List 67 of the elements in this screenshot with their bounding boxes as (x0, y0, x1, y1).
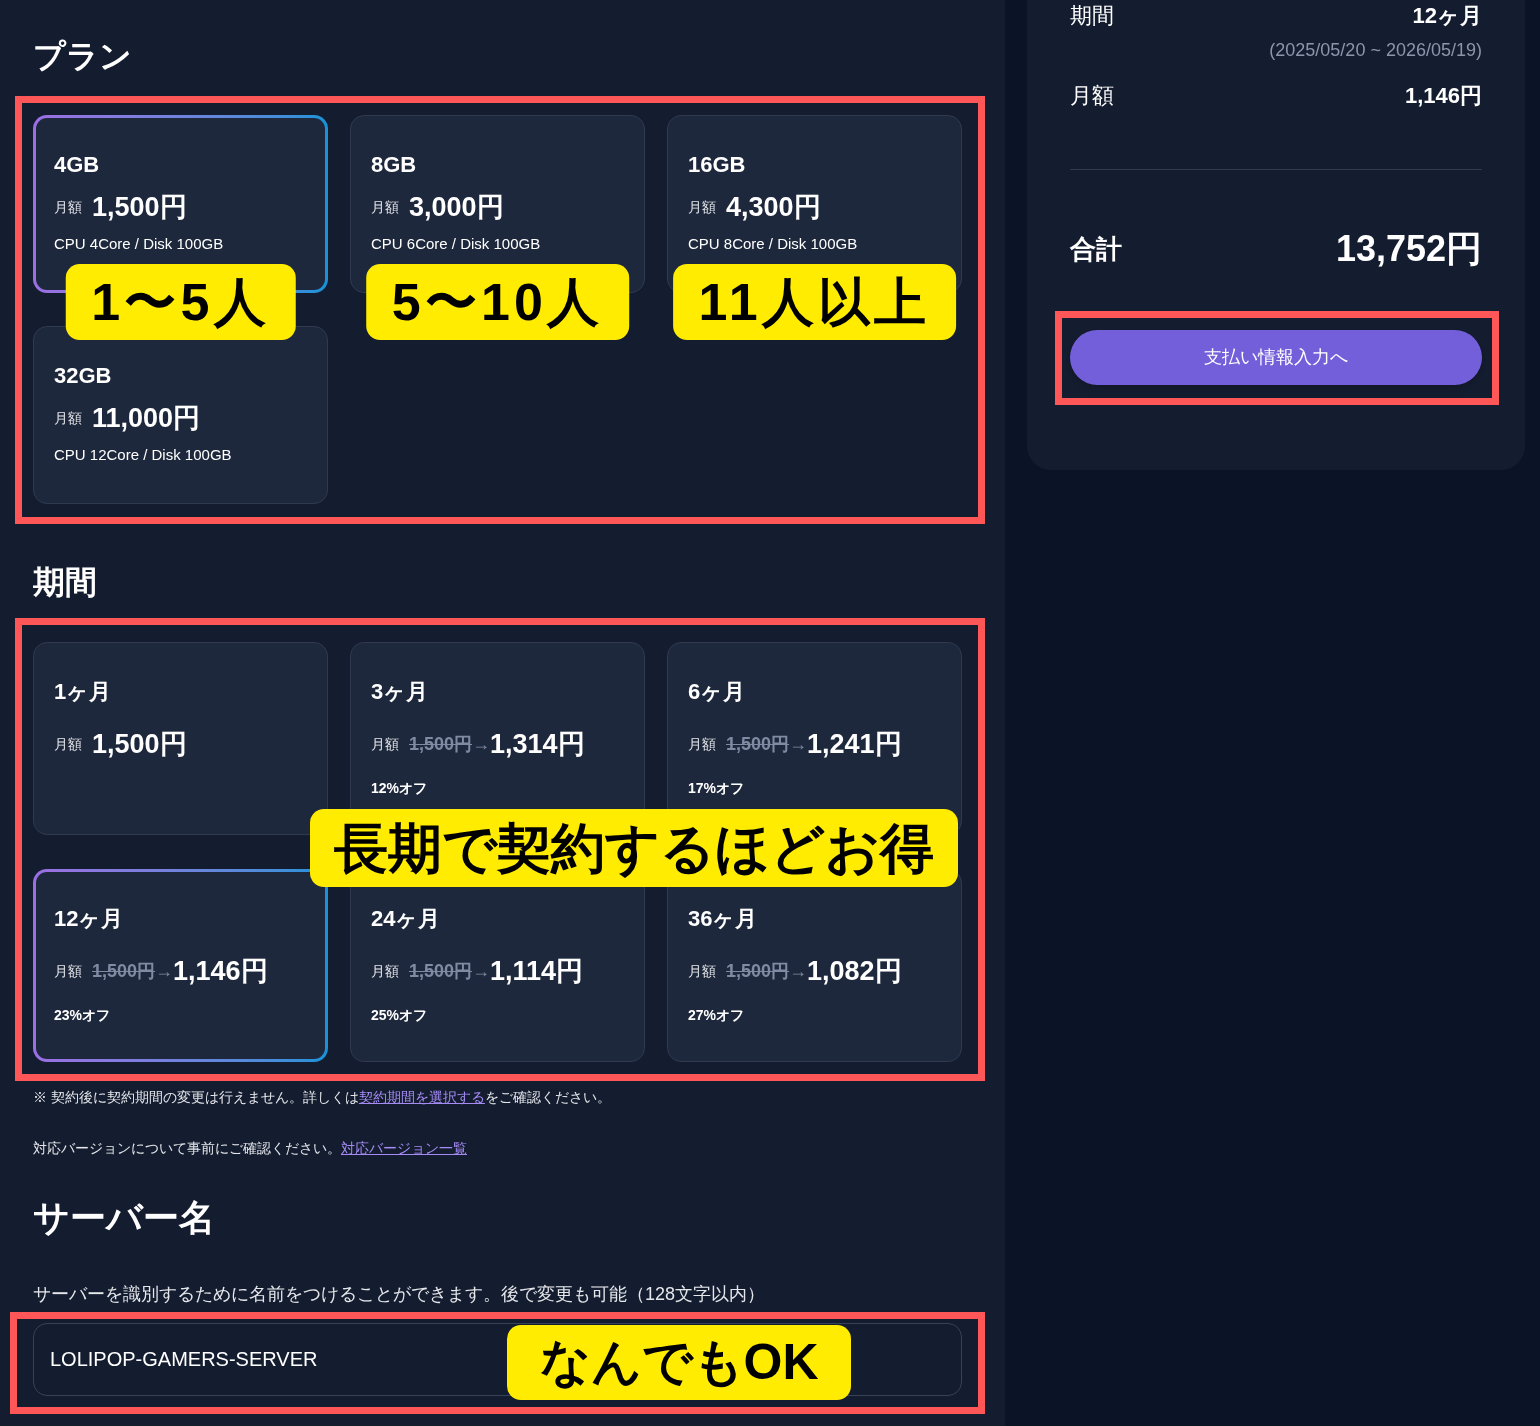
price: 1,146円 (173, 955, 268, 988)
period-name: 1ヶ月 (54, 678, 112, 706)
original-price: 1,500円 (726, 959, 790, 983)
price-label: 月額 (371, 961, 399, 981)
original-price: 1,500円 (92, 959, 156, 983)
arrow: → (472, 732, 491, 756)
total-label: 合計 (1070, 233, 1122, 266)
summary-label: 月額 (1070, 82, 1114, 110)
plan-name: 32GB (54, 362, 112, 390)
summary-value: 1,146円 (1404, 82, 1482, 110)
arrow: → (789, 732, 808, 756)
price-label: 月額 (54, 197, 82, 217)
plan-name: 16GB (688, 151, 746, 179)
discount-text: 17%オフ (688, 779, 745, 798)
price: 1,114円 (490, 955, 584, 988)
plan-name: 8GB (371, 151, 417, 179)
discount-text: 25%オフ (371, 1006, 428, 1025)
callout-tooltip: 1〜5人 (65, 264, 296, 340)
original-price: 1,500円 (409, 732, 473, 756)
price: 3,000円 (409, 191, 504, 224)
price: 1,082円 (807, 955, 902, 988)
callout-tooltip: 5〜10人 (365, 264, 630, 340)
note-text: 対応バージョンについて事前にご確認ください。対応バージョン一覧 (33, 1139, 467, 1158)
original-price: 1,500円 (726, 732, 790, 756)
callout-tooltip: 長期で契約するほどお得 (310, 809, 958, 887)
arrow: → (155, 959, 174, 983)
price-label: 月額 (54, 408, 82, 428)
price-label: 月額 (371, 734, 399, 754)
original-price: 1,500円 (409, 959, 473, 983)
discount-text: 23%オフ (54, 1006, 111, 1025)
callout-tooltip: なんでもOK (507, 1325, 851, 1400)
callout-tooltip: 11人以上 (672, 264, 957, 340)
plan-name: 4GB (54, 151, 100, 179)
spec-text: CPU 8Core / Disk 100GB (688, 234, 858, 254)
section-heading: プラン (33, 37, 132, 76)
price-label: 月額 (688, 961, 716, 981)
section-heading: サーバー名 (33, 1196, 215, 1240)
summary-label: 期間 (1070, 2, 1114, 30)
note-text: ※ 契約後に契約期間の変更は行えません。詳しくは契約期間を選択する をご確認ください。 (33, 1088, 611, 1107)
summary-value: 12ヶ月 (1412, 2, 1482, 30)
price-label: 月額 (688, 734, 716, 754)
spec-text: CPU 4Core / Disk 100GB (54, 234, 224, 254)
spec-text: CPU 6Core / Disk 100GB (371, 234, 541, 254)
arrow: → (789, 959, 808, 983)
price-label: 月額 (54, 734, 82, 754)
price: 4,300円 (726, 191, 821, 224)
date-range: (2025/05/20 ~ 2026/05/19) (1269, 39, 1482, 62)
description-text: サーバーを識別するために名前をつけることができます。後で変更も可能（128文字以内） (33, 1283, 766, 1306)
spec-text: CPU 12Core / Disk 100GB (54, 445, 232, 465)
price-label: 月額 (688, 197, 716, 217)
period-name: 36ヶ月 (688, 905, 758, 933)
arrow: → (472, 959, 491, 983)
price: 1,500円 (92, 191, 187, 224)
price: 1,314円 (490, 728, 585, 761)
period-name: 12ヶ月 (54, 905, 124, 933)
price: 1,500円 (92, 728, 187, 761)
price: 11,000円 (92, 402, 201, 435)
period-name: 24ヶ月 (371, 905, 441, 933)
price-label: 月額 (371, 197, 399, 217)
price-label: 月額 (54, 961, 82, 981)
price: 1,241円 (807, 728, 902, 761)
total-value: 13,752円 (1335, 227, 1482, 271)
discount-text: 12%オフ (371, 779, 428, 798)
section-heading: 期間 (33, 563, 97, 602)
period-name: 3ヶ月 (371, 678, 429, 706)
discount-text: 27%オフ (688, 1006, 745, 1025)
period-name: 6ヶ月 (688, 678, 746, 706)
